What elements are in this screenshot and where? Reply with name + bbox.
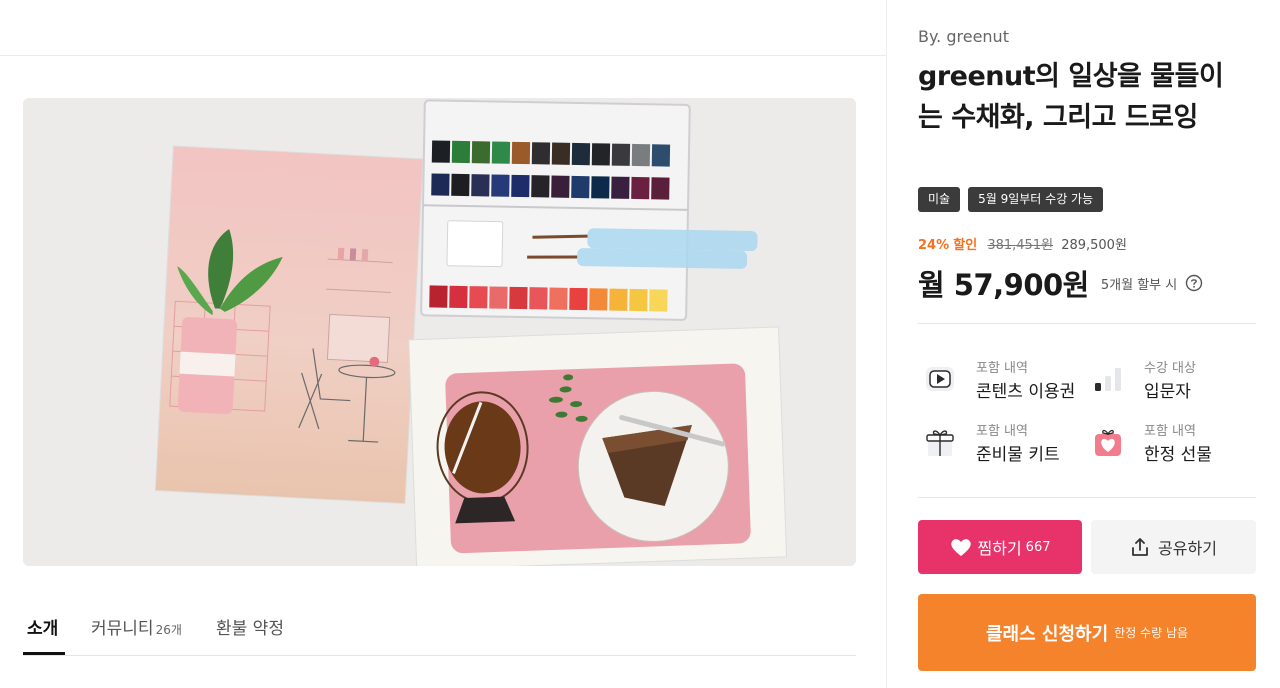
info-value: 입문자	[1144, 382, 1191, 402]
help-circle-icon[interactable]	[1185, 274, 1203, 292]
category-tag: 미술	[918, 187, 961, 212]
info-target-level: 수강 대상 입문자	[1092, 357, 1252, 407]
heart-gift-icon	[1095, 429, 1121, 456]
info-content-pass: 포함 내역 콘텐츠 이용권	[924, 357, 1084, 407]
discount-label: 할인	[953, 238, 978, 253]
info-value: 준비물 키트	[976, 445, 1060, 465]
tag-list: 미술 5월 9일부터 수강 가능	[918, 187, 1104, 212]
sale-price: 289,500원	[1061, 238, 1127, 253]
apply-class-button[interactable]: 클래스 신청하기 한정 수량 남음	[918, 594, 1256, 671]
info-kit: 포함 내역 준비물 키트	[924, 420, 1084, 470]
info-label: 포함 내역	[1144, 424, 1196, 439]
author-name[interactable]: By. greenut	[918, 27, 1009, 46]
tab-refund-label: 환불 약정	[216, 619, 284, 639]
share-icon	[1132, 538, 1148, 556]
gift-box-icon	[926, 430, 954, 456]
info-label: 포함 내역	[976, 424, 1028, 439]
monthly-price: 월 57,900원	[918, 268, 1089, 302]
tab-bar: 소개 커뮤니티 26개 환불 약정	[23, 600, 856, 656]
tab-community[interactable]: 커뮤니티 26개	[91, 614, 182, 639]
class-title: greenut의 일상을 물들이는 수채화, 그리고 드로잉	[918, 61, 1224, 133]
main-content: 소개 커뮤니티 26개 환불 약정	[0, 0, 886, 688]
divider	[918, 497, 1256, 498]
apply-sublabel: 한정 수량 남음	[1114, 626, 1189, 640]
watercolor-illustration	[23, 98, 856, 566]
tab-community-label: 커뮤니티	[91, 619, 154, 639]
tab-refund-policy[interactable]: 환불 약정	[216, 614, 284, 639]
info-label: 수강 대상	[1144, 361, 1196, 376]
monthly-price-row: 월 57,900원 5개월 할부 시	[918, 262, 1203, 304]
info-value: 한정 선물	[1144, 445, 1212, 465]
tab-intro[interactable]: 소개	[27, 614, 58, 639]
heart-icon	[950, 539, 971, 556]
top-bar	[0, 0, 886, 56]
share-label: 공유하기	[1158, 539, 1217, 558]
discount-rate: 24%	[918, 238, 950, 253]
like-button[interactable]: 찜하기 667	[918, 520, 1082, 574]
info-label: 포함 내역	[976, 361, 1028, 376]
like-label: 찜하기	[977, 539, 1022, 558]
info-limited-gift: 포함 내역 한정 선물	[1092, 420, 1252, 470]
active-tab-indicator	[23, 652, 65, 655]
tab-community-count: 26개	[155, 623, 182, 637]
play-icon	[926, 367, 954, 391]
level-bars-icon	[1095, 368, 1121, 391]
like-count: 667	[1025, 539, 1051, 555]
availability-tag: 5월 9일부터 수강 가능	[968, 187, 1104, 212]
discount-line: 24% 할인 381,451원 289,500원	[918, 234, 1127, 253]
apply-label: 클래스 신청하기	[985, 623, 1109, 645]
share-button[interactable]: 공유하기	[1091, 520, 1256, 574]
info-value: 콘텐츠 이용권	[976, 382, 1076, 402]
tab-intro-label: 소개	[27, 619, 59, 639]
divider	[918, 323, 1256, 324]
class-cover-image	[23, 98, 856, 566]
product-panel: By. greenut greenut의 일상을 물들이는 수채화, 그리고 드…	[887, 0, 1280, 688]
original-price: 381,451원	[987, 238, 1054, 253]
installment-note: 5개월 할부 시	[1100, 277, 1178, 293]
